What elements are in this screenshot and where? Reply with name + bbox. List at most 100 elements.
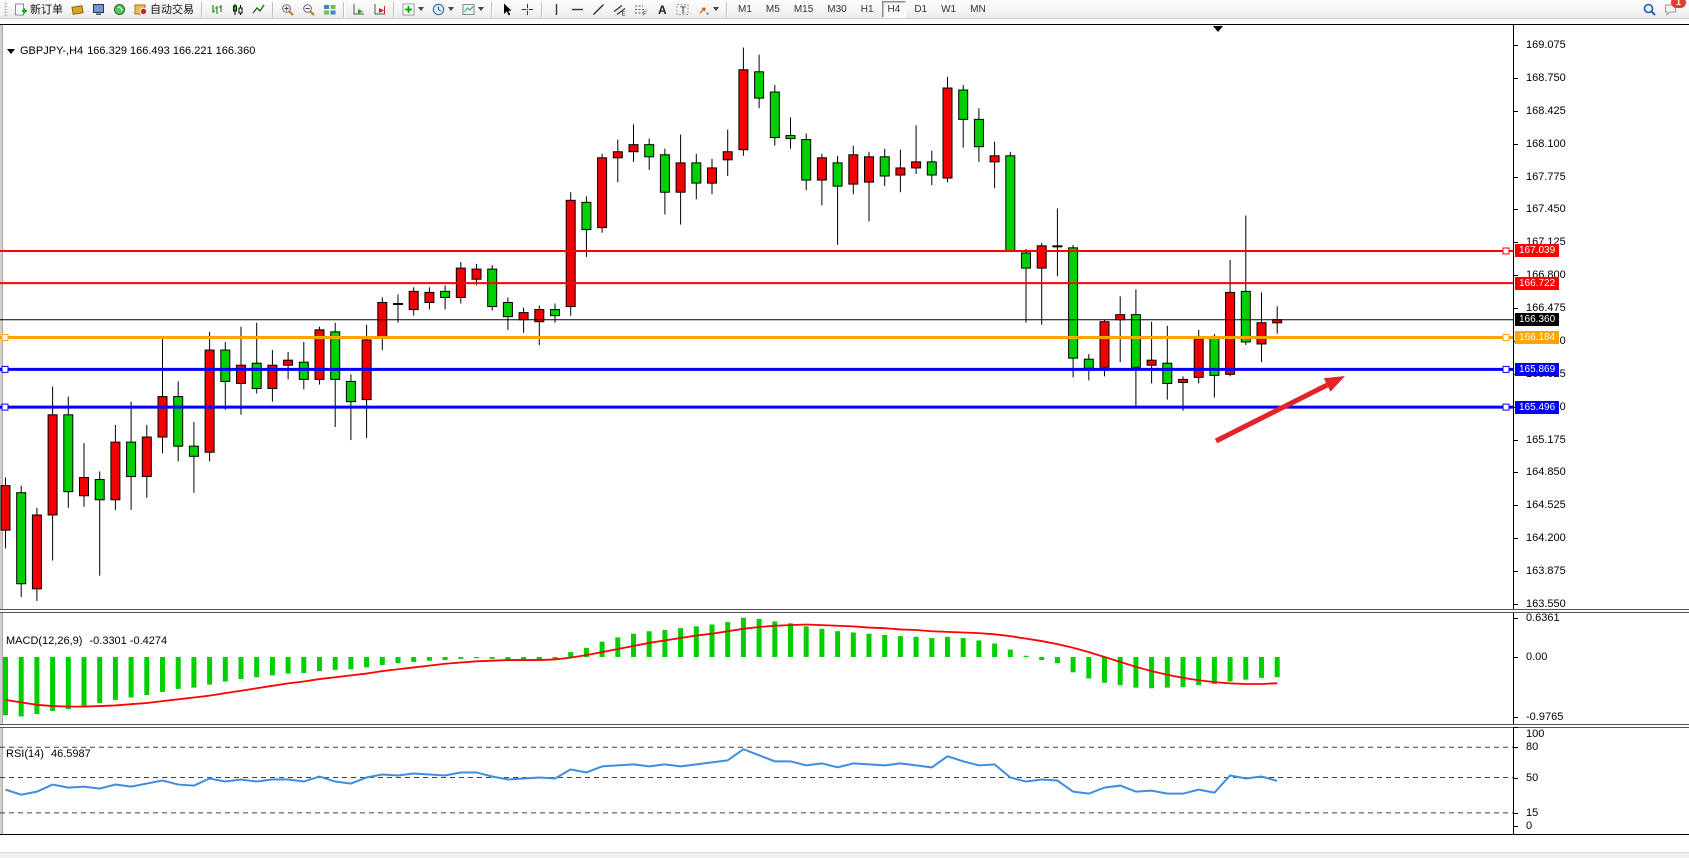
candle <box>346 381 355 401</box>
fibonacci-button[interactable]: F <box>630 0 651 19</box>
price-axis-tickmark <box>1513 144 1518 145</box>
candle <box>739 70 748 150</box>
line-handle[interactable] <box>2 366 8 372</box>
price-tag-166.722: 166.722 <box>1515 277 1559 290</box>
macd-bar <box>82 657 87 706</box>
line-handle[interactable] <box>1503 335 1509 341</box>
crosshair-button[interactable] <box>517 0 538 19</box>
line-handle[interactable] <box>2 404 8 410</box>
macd-bar <box>662 630 667 657</box>
macd-bar <box>772 621 777 657</box>
dropdown-arrow-icon[interactable] <box>418 7 424 11</box>
horizontal-line-button[interactable] <box>567 0 588 19</box>
price-axis-tickmark <box>1513 111 1518 112</box>
macd-bar <box>1039 657 1044 660</box>
macd-bar <box>364 657 369 667</box>
indicators-button[interactable] <box>398 0 428 19</box>
timeframe-d1-button[interactable]: D1 <box>908 1 933 18</box>
timeframe-m15-button[interactable]: M15 <box>788 1 819 18</box>
candle <box>142 437 151 476</box>
price-axis-tickmark <box>1513 45 1518 46</box>
candle <box>849 155 858 184</box>
macd-panel[interactable] <box>0 613 1513 723</box>
zoom-out-icon <box>302 3 315 16</box>
toolbar-separator <box>272 2 274 17</box>
profiles-button[interactable] <box>67 0 88 19</box>
vertical-line-button[interactable] <box>546 0 567 19</box>
dropdown-arrow-icon[interactable] <box>478 7 484 11</box>
price-axis-tickmark <box>1513 177 1518 178</box>
trend-arrow-head[interactable] <box>1324 376 1345 392</box>
signals-button[interactable] <box>109 0 130 19</box>
line-handle[interactable] <box>1503 366 1509 372</box>
dropdown-arrow-icon[interactable] <box>448 7 454 11</box>
zoom-in-button[interactable] <box>277 0 298 19</box>
macd-bar <box>851 632 856 657</box>
notifications-button[interactable]: 1 <box>1660 0 1681 19</box>
line-chart-button[interactable] <box>248 0 269 19</box>
bar-chart-button[interactable] <box>206 0 227 19</box>
macd-bar <box>898 636 903 657</box>
timeframe-m5-button[interactable]: M5 <box>760 1 786 18</box>
macd-bar <box>1259 657 1264 678</box>
one-click-trading-toggle-icon[interactable] <box>7 49 15 54</box>
autotrading-button[interactable]: 自动交易 <box>130 0 198 19</box>
chart-shift-marker[interactable] <box>1213 26 1223 32</box>
templates-button[interactable] <box>458 0 488 19</box>
chartshift-icon <box>373 3 386 16</box>
market-watch-button[interactable] <box>88 0 109 19</box>
auto-scroll-button[interactable] <box>348 0 369 19</box>
price-axis-label: 168.750 <box>1526 72 1566 84</box>
timeframe-h4-button[interactable]: H4 <box>882 1 907 18</box>
macd-bar <box>882 635 887 657</box>
chart-window[interactable]: GBPJPY-,H4 166.329 166.493 166.221 166.3… <box>0 19 1689 858</box>
timeframe-m30-button[interactable]: M30 <box>821 1 852 18</box>
candle <box>990 156 999 162</box>
timeframe-m1-button[interactable]: M1 <box>732 1 758 18</box>
rsi-panel[interactable] <box>0 727 1513 834</box>
macd-bar <box>333 657 338 670</box>
toolbar-grip[interactable] <box>4 2 8 17</box>
macd-bar <box>239 657 244 679</box>
price-chart[interactable] <box>0 25 1513 609</box>
timeframe-w1-button[interactable]: W1 <box>935 1 962 18</box>
candle <box>1 486 10 531</box>
label-button[interactable]: T <box>672 0 693 19</box>
line-handle[interactable] <box>2 335 8 341</box>
dropdown-arrow-icon[interactable] <box>713 7 719 11</box>
price-axis-border <box>1513 24 1514 834</box>
profiles-icon <box>71 3 84 16</box>
macd-axis-label: 0.00 <box>1526 651 1547 663</box>
trend-arrow[interactable] <box>1216 385 1327 441</box>
macd-bar <box>19 657 24 716</box>
fibo-icon: F <box>634 3 647 16</box>
candle <box>1022 253 1031 268</box>
periods-button[interactable] <box>428 0 458 19</box>
trendline-button[interactable] <box>588 0 609 19</box>
candle <box>1006 156 1015 251</box>
candle <box>1084 359 1093 368</box>
zoom-out-button[interactable] <box>298 0 319 19</box>
macd-bar <box>867 634 872 657</box>
candle <box>943 88 952 178</box>
toolbar-right-group: 1 <box>1639 0 1681 19</box>
search-button[interactable] <box>1639 0 1660 19</box>
cursor-button[interactable] <box>496 0 517 19</box>
line-handle[interactable] <box>1503 404 1509 410</box>
chart-shift-button[interactable] <box>369 0 390 19</box>
new-order-button[interactable]: 新订单 <box>10 0 67 19</box>
macd-bar <box>458 657 463 659</box>
candle <box>394 304 403 305</box>
arrows-button[interactable] <box>693 0 723 19</box>
candle <box>817 158 826 180</box>
macd-bar <box>301 657 306 673</box>
vline-icon <box>550 3 563 16</box>
line-handle[interactable] <box>1503 248 1509 254</box>
macd-bar <box>961 638 966 657</box>
text-button[interactable]: A <box>651 0 672 19</box>
candlestick-chart-button[interactable] <box>227 0 248 19</box>
timeframe-mn-button[interactable]: MN <box>964 1 992 18</box>
timeframe-h1-button[interactable]: H1 <box>855 1 880 18</box>
channel-button[interactable]: E <box>609 0 630 19</box>
tile-windows-button[interactable] <box>319 0 340 19</box>
